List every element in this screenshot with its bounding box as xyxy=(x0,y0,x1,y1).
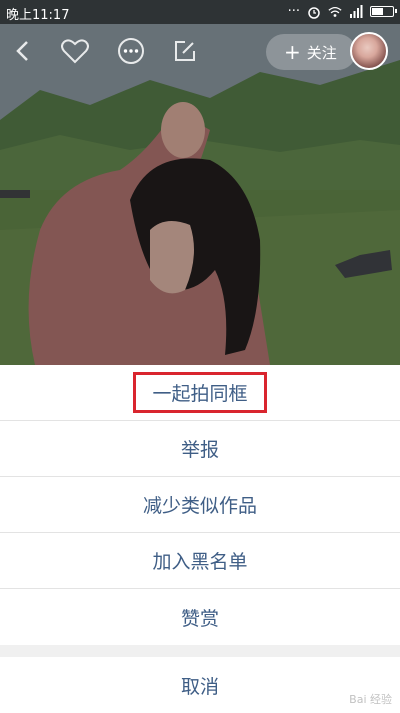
follow-label: 关注 xyxy=(306,43,337,62)
sheet-item-label: 减少类似作品 xyxy=(142,495,257,517)
top-bar: + 关注 xyxy=(0,30,400,74)
back-button[interactable] xyxy=(8,36,38,66)
action-sheet: 一起拍同框 举报 减少类似作品 加入黑名单 赞赏 取消 Bai 经验 xyxy=(0,365,400,711)
status-icons: ··· xyxy=(287,4,397,19)
heart-icon xyxy=(61,39,89,64)
plus-icon: + xyxy=(284,40,301,64)
sheet-item-blacklist[interactable]: 加入黑名单 xyxy=(0,533,400,589)
sheet-item-label: 赞赏 xyxy=(180,607,219,630)
watermark: Bai 经验 xyxy=(349,693,392,706)
back-icon xyxy=(16,41,28,61)
sheet-item-duet[interactable]: 一起拍同框 xyxy=(0,365,400,421)
battery-icon xyxy=(370,6,397,17)
more-icon xyxy=(118,38,144,64)
sheet-item-label: 一起拍同框 xyxy=(133,372,267,413)
cancel-button[interactable]: 取消 xyxy=(0,657,400,713)
battery-fill xyxy=(372,8,383,15)
more-notifications-icon: ··· xyxy=(287,4,300,19)
follow-button[interactable]: + 关注 xyxy=(266,34,356,70)
cancel-label: 取消 xyxy=(180,675,219,698)
sheet-item-show-less[interactable]: 减少类似作品 xyxy=(0,477,400,533)
alarm-icon xyxy=(308,6,320,19)
sheet-item-label: 加入黑名单 xyxy=(152,551,248,573)
status-bar: 晚上11:17 ··· xyxy=(0,0,400,24)
edit-icon xyxy=(175,41,195,61)
status-time: 晚上11:17 xyxy=(6,8,70,23)
sheet-item-label: 举报 xyxy=(180,439,219,461)
wifi-icon xyxy=(328,6,342,17)
author-avatar[interactable] xyxy=(350,32,388,70)
sheet-item-reward[interactable]: 赞赏 xyxy=(0,589,400,645)
edit-button[interactable] xyxy=(170,36,200,66)
sheet-item-report[interactable]: 举报 xyxy=(0,421,400,477)
signal-icon xyxy=(350,4,363,18)
sheet-separator xyxy=(0,645,400,657)
like-button[interactable] xyxy=(60,36,90,66)
more-button[interactable] xyxy=(116,36,146,66)
